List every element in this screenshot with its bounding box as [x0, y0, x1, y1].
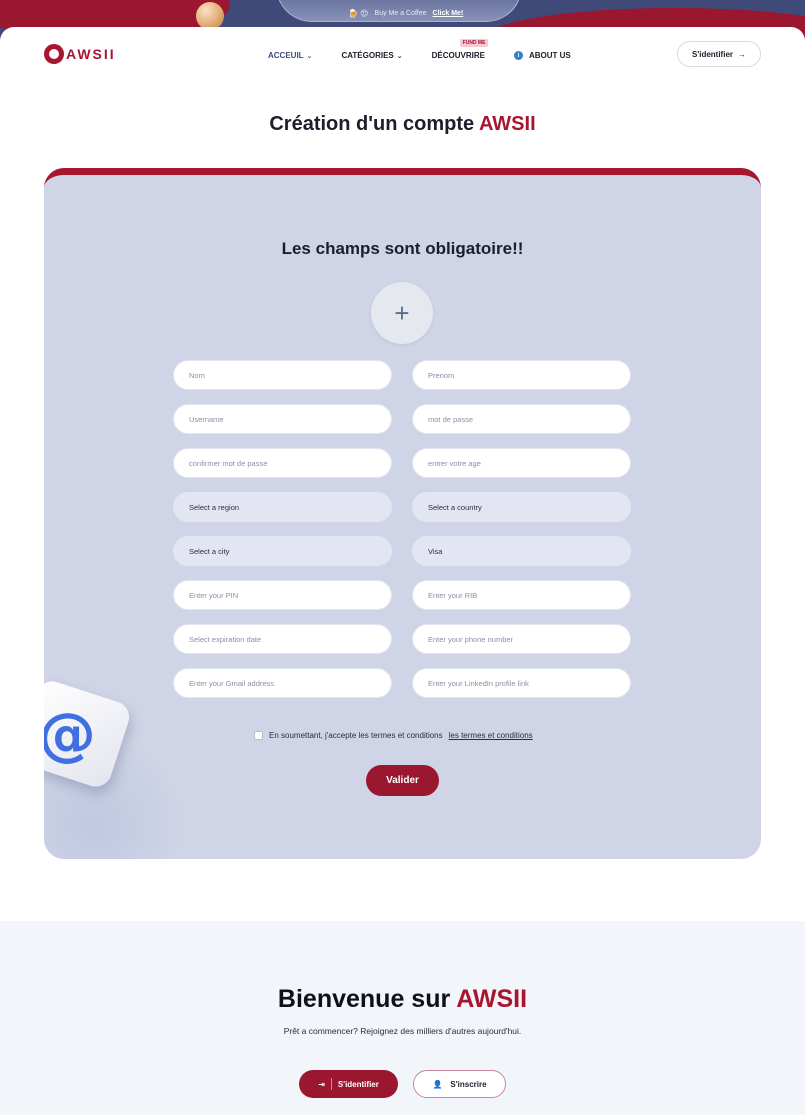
pin-field[interactable]: Enter your PIN	[173, 580, 392, 610]
login-icon: ⇥	[318, 1079, 325, 1089]
nav-item-categories[interactable]: CATÉGORIES ⌄	[341, 51, 402, 60]
registration-form: @ Les champs sont obligatoire!! + Nom Pr…	[44, 168, 761, 859]
plus-icon: +	[394, 297, 410, 328]
avatar-upload-button[interactable]: +	[371, 282, 433, 344]
title-accent: AWSII	[478, 113, 536, 135]
terms-checkbox[interactable]	[254, 731, 263, 740]
site-header: AWSII ACCEUIL ⌄ CATÉGORIES ⌄ DÉCOUVRIRE …	[0, 27, 805, 83]
confirm-password-field[interactable]: confirmer mot de passe	[173, 448, 392, 478]
main-sheet: AWSII ACCEUIL ⌄ CATÉGORIES ⌄ DÉCOUVRIRE …	[0, 27, 805, 1115]
welcome-title: Bienvenue sur AWSII	[0, 985, 805, 1014]
info-icon: i	[513, 51, 523, 60]
username-field[interactable]: Username	[173, 404, 392, 434]
region-select[interactable]: Select a region	[173, 492, 392, 522]
add-user-icon: 👤	[432, 1079, 443, 1089]
phone-field[interactable]: Enter your phone number	[412, 624, 631, 654]
signup-label: S'inscrire	[450, 1079, 487, 1089]
buy-coffee[interactable]: 🍺 😍 Buy Me a Coffee Click Me!	[348, 9, 463, 18]
welcome-subtitle: Prêt a commencer? Rejoignez des milliers…	[283, 1026, 522, 1036]
terms-row: En soumettant, j'accepte les termes et c…	[254, 731, 533, 740]
decorative-ball	[196, 2, 224, 30]
card-type-select[interactable]: Visa	[412, 536, 631, 566]
welcome-title-prefix: Bienvenue sur	[277, 985, 457, 1013]
nav-label: CATÉGORIES	[341, 51, 394, 60]
age-field[interactable]: entrer votre age	[412, 448, 631, 478]
expiration-date-field[interactable]: Select expiration date	[173, 624, 392, 654]
main-nav: ACCEUIL ⌄ CATÉGORIES ⌄ DÉCOUVRIRE FUND M…	[268, 39, 600, 60]
nav-label: ACCEUIL	[268, 51, 304, 60]
password-field[interactable]: mot de passe	[412, 404, 631, 434]
arrow-right-icon: →	[738, 49, 747, 59]
terms-text: En soumettant, j'accepte les termes et c…	[269, 731, 443, 740]
fund-me-badge: FUND ME	[459, 39, 489, 47]
gmail-field[interactable]: Enter your Gmail address	[173, 668, 392, 698]
divider	[330, 1078, 332, 1090]
chevron-down-icon: ⌄	[306, 52, 313, 60]
logo[interactable]: AWSII	[44, 43, 138, 65]
login-label: S'identifier	[691, 49, 734, 59]
country-select[interactable]: Select a country	[412, 492, 631, 522]
title-prefix: Création d'un compte	[269, 113, 479, 135]
city-select[interactable]: Select a city	[173, 536, 392, 566]
at-sign-icon: @	[44, 700, 96, 768]
form-heading: Les champs sont obligatoire!!	[281, 239, 524, 258]
nav-label: DÉCOUVRIRE	[431, 51, 485, 60]
welcome-section: Bienvenue sur AWSII Prêt a commencer? Re…	[0, 921, 805, 1115]
coffee-text: Buy Me a Coffee	[374, 10, 427, 17]
welcome-login-button[interactable]: ⇥ S'identifier	[299, 1070, 398, 1098]
logo-icon	[44, 44, 64, 64]
coffee-link[interactable]: Click Me!	[433, 10, 464, 17]
terms-link[interactable]: les termes et conditions	[449, 731, 533, 740]
linkedin-field[interactable]: Enter your LinkedIn profile link	[412, 668, 631, 698]
chevron-down-icon: ⌄	[396, 52, 403, 60]
page-title: Création d'un compte AWSII	[0, 113, 805, 136]
nav-item-acceuil[interactable]: ACCEUIL ⌄	[268, 51, 312, 60]
prenom-field[interactable]: Prenom	[412, 360, 631, 390]
nav-label: ABOUT US	[528, 51, 571, 60]
welcome-signup-button[interactable]: 👤 S'inscrire	[413, 1070, 506, 1098]
welcome-title-accent: AWSII	[456, 985, 528, 1013]
submit-button[interactable]: Valider	[366, 765, 439, 796]
login-label: S'identifier	[337, 1079, 379, 1089]
rib-field[interactable]: Enter your RIB	[412, 580, 631, 610]
nom-field[interactable]: Nom	[173, 360, 392, 390]
emoji-icon: 🍺 😍	[348, 9, 369, 18]
header-login-button[interactable]: S'identifier →	[677, 41, 761, 67]
logo-text: AWSII	[66, 46, 116, 62]
nav-item-decouvrire[interactable]: DÉCOUVRIRE FUND ME	[431, 39, 489, 60]
nav-item-about-us[interactable]: i ABOUT US	[513, 51, 571, 60]
